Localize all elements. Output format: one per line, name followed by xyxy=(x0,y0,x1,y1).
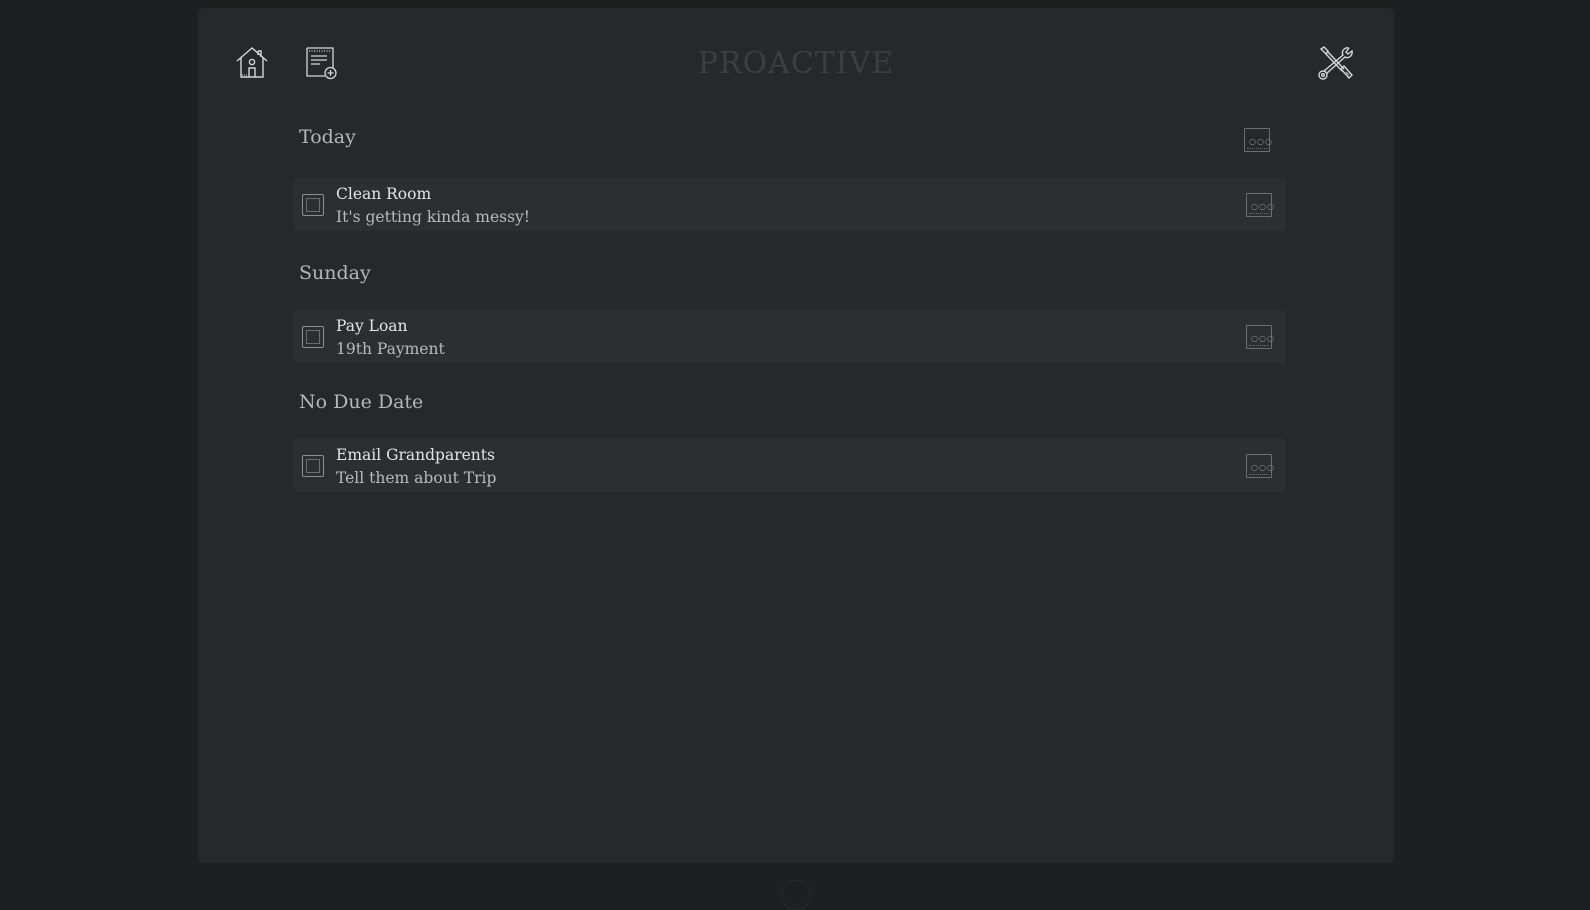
more-dots-icon: ○○○ xyxy=(1251,334,1275,343)
section-title: No Due Date xyxy=(299,391,424,413)
settings-icon[interactable] xyxy=(1316,44,1354,82)
task-title: Pay Loan xyxy=(336,317,408,335)
task-description: It's getting kinda messy! xyxy=(336,208,531,226)
section-title: Today xyxy=(299,126,356,148)
task-checkbox[interactable] xyxy=(302,326,324,348)
task-more-button[interactable]: ○○○ xyxy=(1246,454,1275,478)
task-checkbox[interactable] xyxy=(302,194,324,216)
task-more-button[interactable]: ○○○ xyxy=(1246,325,1275,349)
section-title: Sunday xyxy=(299,262,371,284)
task-row[interactable]: Email Grandparents Tell them about Trip … xyxy=(294,439,1286,492)
task-title: Clean Room xyxy=(336,185,432,203)
more-dots-icon: ○○○ xyxy=(1251,463,1275,472)
app-title: PROACTIVE xyxy=(697,46,895,81)
more-dots-icon: ○○○ xyxy=(1251,202,1275,211)
task-more-button[interactable]: ○○○ xyxy=(1246,193,1275,217)
task-title: Email Grandparents xyxy=(336,446,495,464)
section-more-button[interactable]: ○○○ xyxy=(1244,128,1273,152)
bottom-handle-icon xyxy=(781,880,811,910)
task-row[interactable]: Clean Room It's getting kinda messy! ○○○ xyxy=(294,178,1286,231)
task-description: 19th Payment xyxy=(336,340,445,358)
app-panel: PROACTIVE Today ○○○ Clean Room It's gett… xyxy=(198,8,1394,863)
task-checkbox[interactable] xyxy=(302,455,324,477)
task-row[interactable]: Pay Loan 19th Payment ○○○ xyxy=(294,310,1286,363)
more-dots-icon: ○○○ xyxy=(1249,137,1273,146)
task-description: Tell them about Trip xyxy=(336,469,497,487)
